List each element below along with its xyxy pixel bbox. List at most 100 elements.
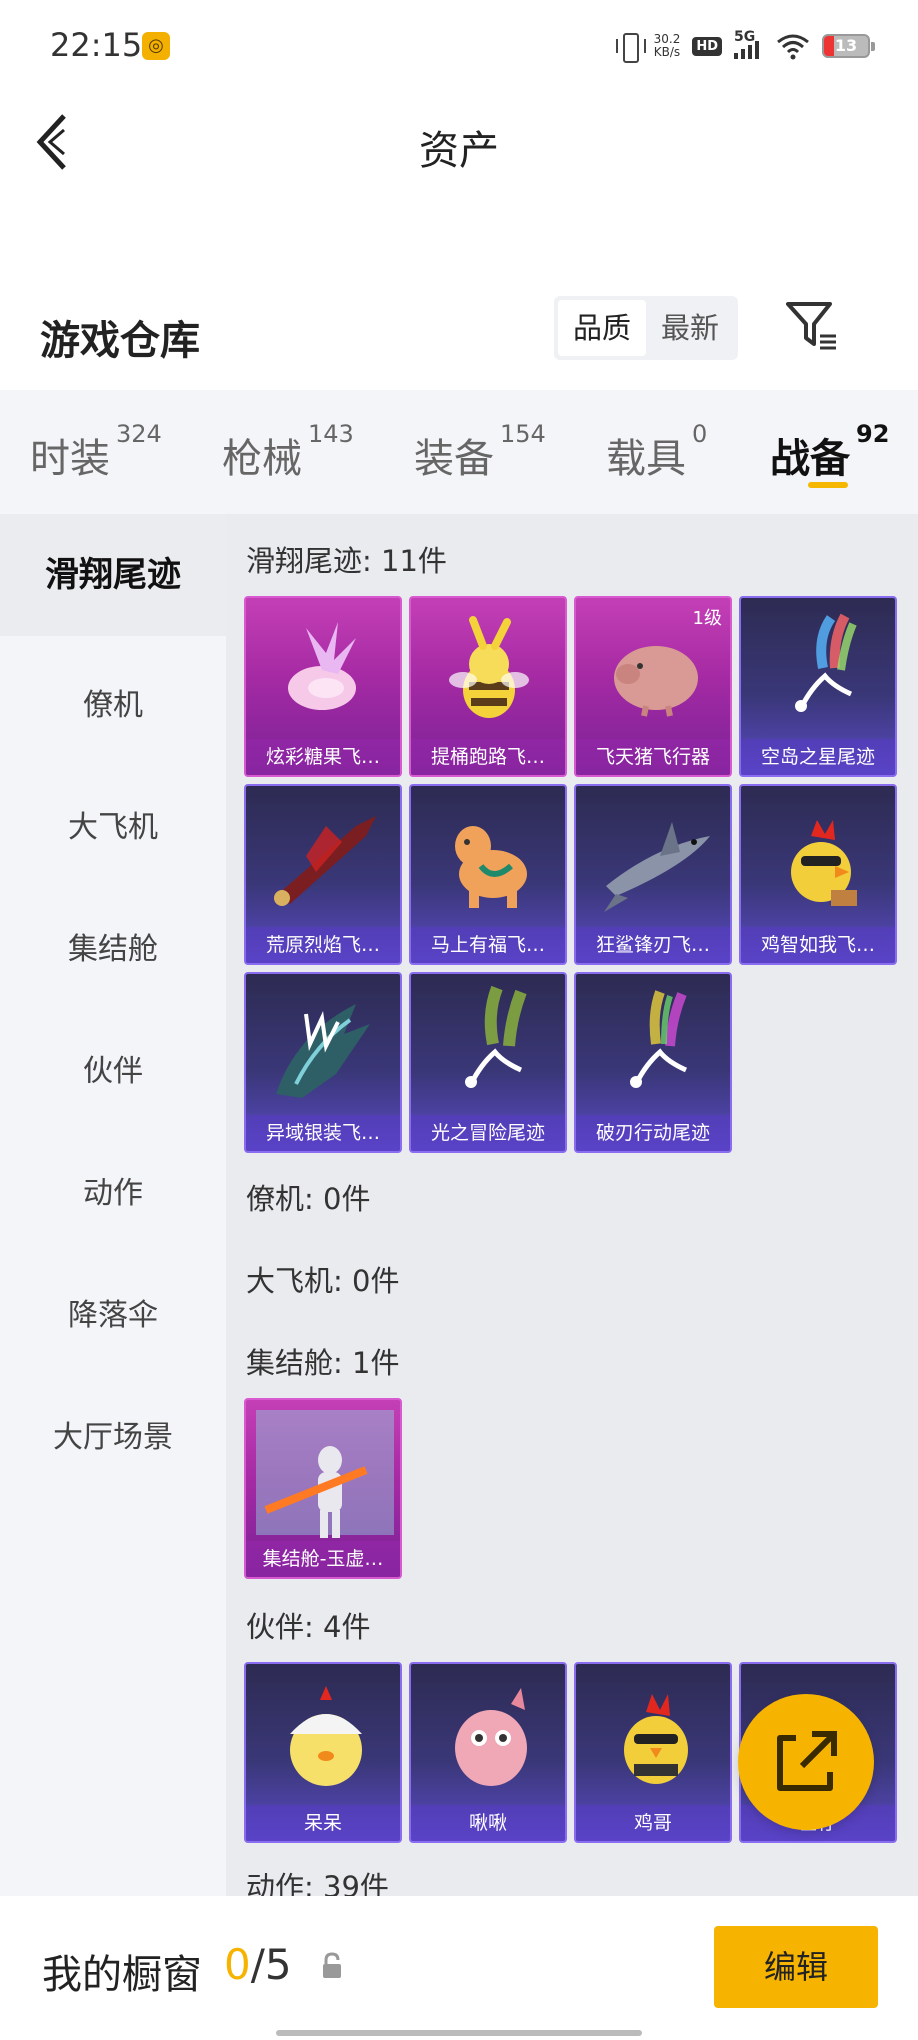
card-label: 狂鲨锋刃飞… [576,927,730,963]
tab-label: 装备 [414,436,494,482]
card-label: 鸡哥 [576,1805,730,1841]
item-card[interactable]: 鸡智如我飞… [739,784,897,965]
chick-daidai-icon [290,1686,362,1786]
status-icons: 30.2 KB/s HD 5G 13 [615,28,875,64]
network-speed-unit: KB/s [653,45,681,59]
showcase-title: 我的橱窗 [42,1952,202,1998]
rainbow-smoke-trail-icon [630,990,688,1088]
showcase-current: 0 [224,1940,251,1989]
wifi-icon [776,32,810,60]
level-badge: 1级 [692,608,722,629]
item-card[interactable]: 光之冒险尾迹 [409,972,567,1153]
tab-label: 战备 [770,436,850,482]
tab-equipment[interactable]: 装备154 [414,420,546,484]
section-title-big-plane: 大飞机: 0件 [246,1264,400,1298]
signal-icon: 5G [734,29,764,61]
sidebar-item-parachute[interactable]: 降落伞 [0,1290,226,1334]
section-title-glide: 滑翔尾迹: 11件 [246,544,447,578]
battery-level: 13 [834,36,858,55]
item-card[interactable]: 荒原烈焰飞… [244,784,402,965]
bee-bucket-glider-icon [449,616,529,718]
status-bar: 22:15 ◎ 30.2 KB/s HD 5G 13 [0,0,918,92]
tab-combat-gear[interactable]: 战备92 [770,420,889,484]
candy-glider-icon [288,622,356,710]
item-card[interactable]: 呆呆 [244,1662,402,1843]
shark-blade-icon [604,822,710,912]
chicken-jige-icon [624,1694,688,1784]
filter-icon [786,302,836,350]
flame-glider-icon [274,816,376,906]
sidebar-item-action[interactable]: 动作 [0,1168,226,1212]
filter-button[interactable] [784,298,840,354]
sidebar-item-big-plane[interactable]: 大飞机 [0,802,226,846]
showcase-bar: 我的橱窗 0/5 编辑 [0,1896,918,2040]
green-smoke-trail-icon [465,985,527,1088]
lock-icon [323,1952,341,1978]
share-button[interactable] [738,1694,874,1830]
lucky-horse-icon [455,826,527,908]
rainbow-trail-icon [795,613,857,712]
sidebar-item-wingman[interactable]: 僚机 [0,680,226,724]
page-title: 资产 [419,128,499,174]
item-card[interactable]: 破刃行动尾迹 [574,972,732,1153]
category-tabs: 时装324 枪械143 装备154 载具0 战备92 [0,390,918,514]
vibrate-icon [615,31,646,63]
sidebar-item-lobby-scene[interactable]: 大厅场景 [0,1412,226,1456]
network-speed: 30.2 KB/s [654,33,681,59]
card-label: 提桶跑路飞… [411,739,565,775]
card-label: 呆呆 [246,1805,400,1841]
item-card[interactable]: 异域银装飞… [244,972,402,1153]
app-notification-icon: ◎ [142,32,170,60]
status-time: 22:15 [50,26,143,64]
warehouse-title: 游戏仓库 [40,318,200,364]
hd-icon: HD [692,36,722,56]
item-card[interactable]: 空岛之星尾迹 [739,596,897,777]
card-label: 光之冒险尾迹 [411,1115,565,1151]
item-card[interactable]: 1级 飞天猪飞行器 [574,596,732,777]
card-label: 鸡智如我飞… [741,927,895,963]
active-tab-indicator [808,482,848,488]
sort-quality-button[interactable]: 品质 [558,300,646,356]
tab-vehicles[interactable]: 载具0 [606,420,707,484]
card-label: 异域银装飞… [246,1115,400,1151]
sidebar-item-glide-trail[interactable]: 滑翔尾迹 [0,514,226,636]
capsule-icon [256,1410,394,1538]
home-indicator[interactable] [276,2030,642,2036]
tab-count: 92 [856,420,890,448]
card-label: 空岛之星尾迹 [741,739,895,775]
network-type: 5G [734,29,756,45]
exotic-silver-glider-icon [276,1004,370,1098]
item-card[interactable]: 马上有福飞… [409,784,567,965]
card-label: 飞天猪飞行器 [576,739,730,775]
sidebar-item-partner[interactable]: 伙伴 [0,1046,226,1090]
card-label: 破刃行动尾迹 [576,1115,730,1151]
edit-button[interactable]: 编辑 [714,1926,878,2008]
item-list: 滑翔尾迹: 11件 炫彩糖果飞… 提桶跑路飞… 1级 飞天猪飞行器 空岛之星尾迹… [226,514,918,1896]
showcase-total: /5 [250,1940,292,1989]
sidebar-item-capsule[interactable]: 集结舱 [0,924,226,968]
chicken-glider-icon [791,820,857,906]
tab-fashion[interactable]: 时装324 [30,420,162,484]
tab-label: 时装 [30,436,110,482]
card-label: 集结舱-玉虚… [246,1541,400,1577]
card-label: 炫彩糖果飞… [246,739,400,775]
sort-toggle: 品质 最新 [554,296,738,360]
tab-count: 154 [500,420,546,448]
sort-newest-button[interactable]: 最新 [646,300,734,356]
tab-label: 载具 [606,436,686,482]
section-title-partner: 伙伴: 4件 [246,1610,371,1644]
card-label: 马上有福飞… [411,927,565,963]
tab-guns[interactable]: 枪械143 [222,420,354,484]
pink-bird-jiujiu-icon [455,1688,527,1786]
section-title-capsule: 集结舱: 1件 [246,1346,400,1380]
tab-count: 324 [116,420,162,448]
item-card[interactable]: 提桶跑路飞… [409,596,567,777]
item-card[interactable]: 啾啾 [409,1662,567,1843]
item-card[interactable]: 狂鲨锋刃飞… [574,784,732,965]
section-title-wingman: 僚机: 0件 [246,1182,371,1216]
battery-icon: 13 [822,34,875,58]
item-card[interactable]: 炫彩糖果飞… [244,596,402,777]
tab-count: 0 [692,420,708,448]
item-card[interactable]: 鸡哥 [574,1662,732,1843]
item-card[interactable]: 集结舱-玉虚… [244,1398,402,1579]
